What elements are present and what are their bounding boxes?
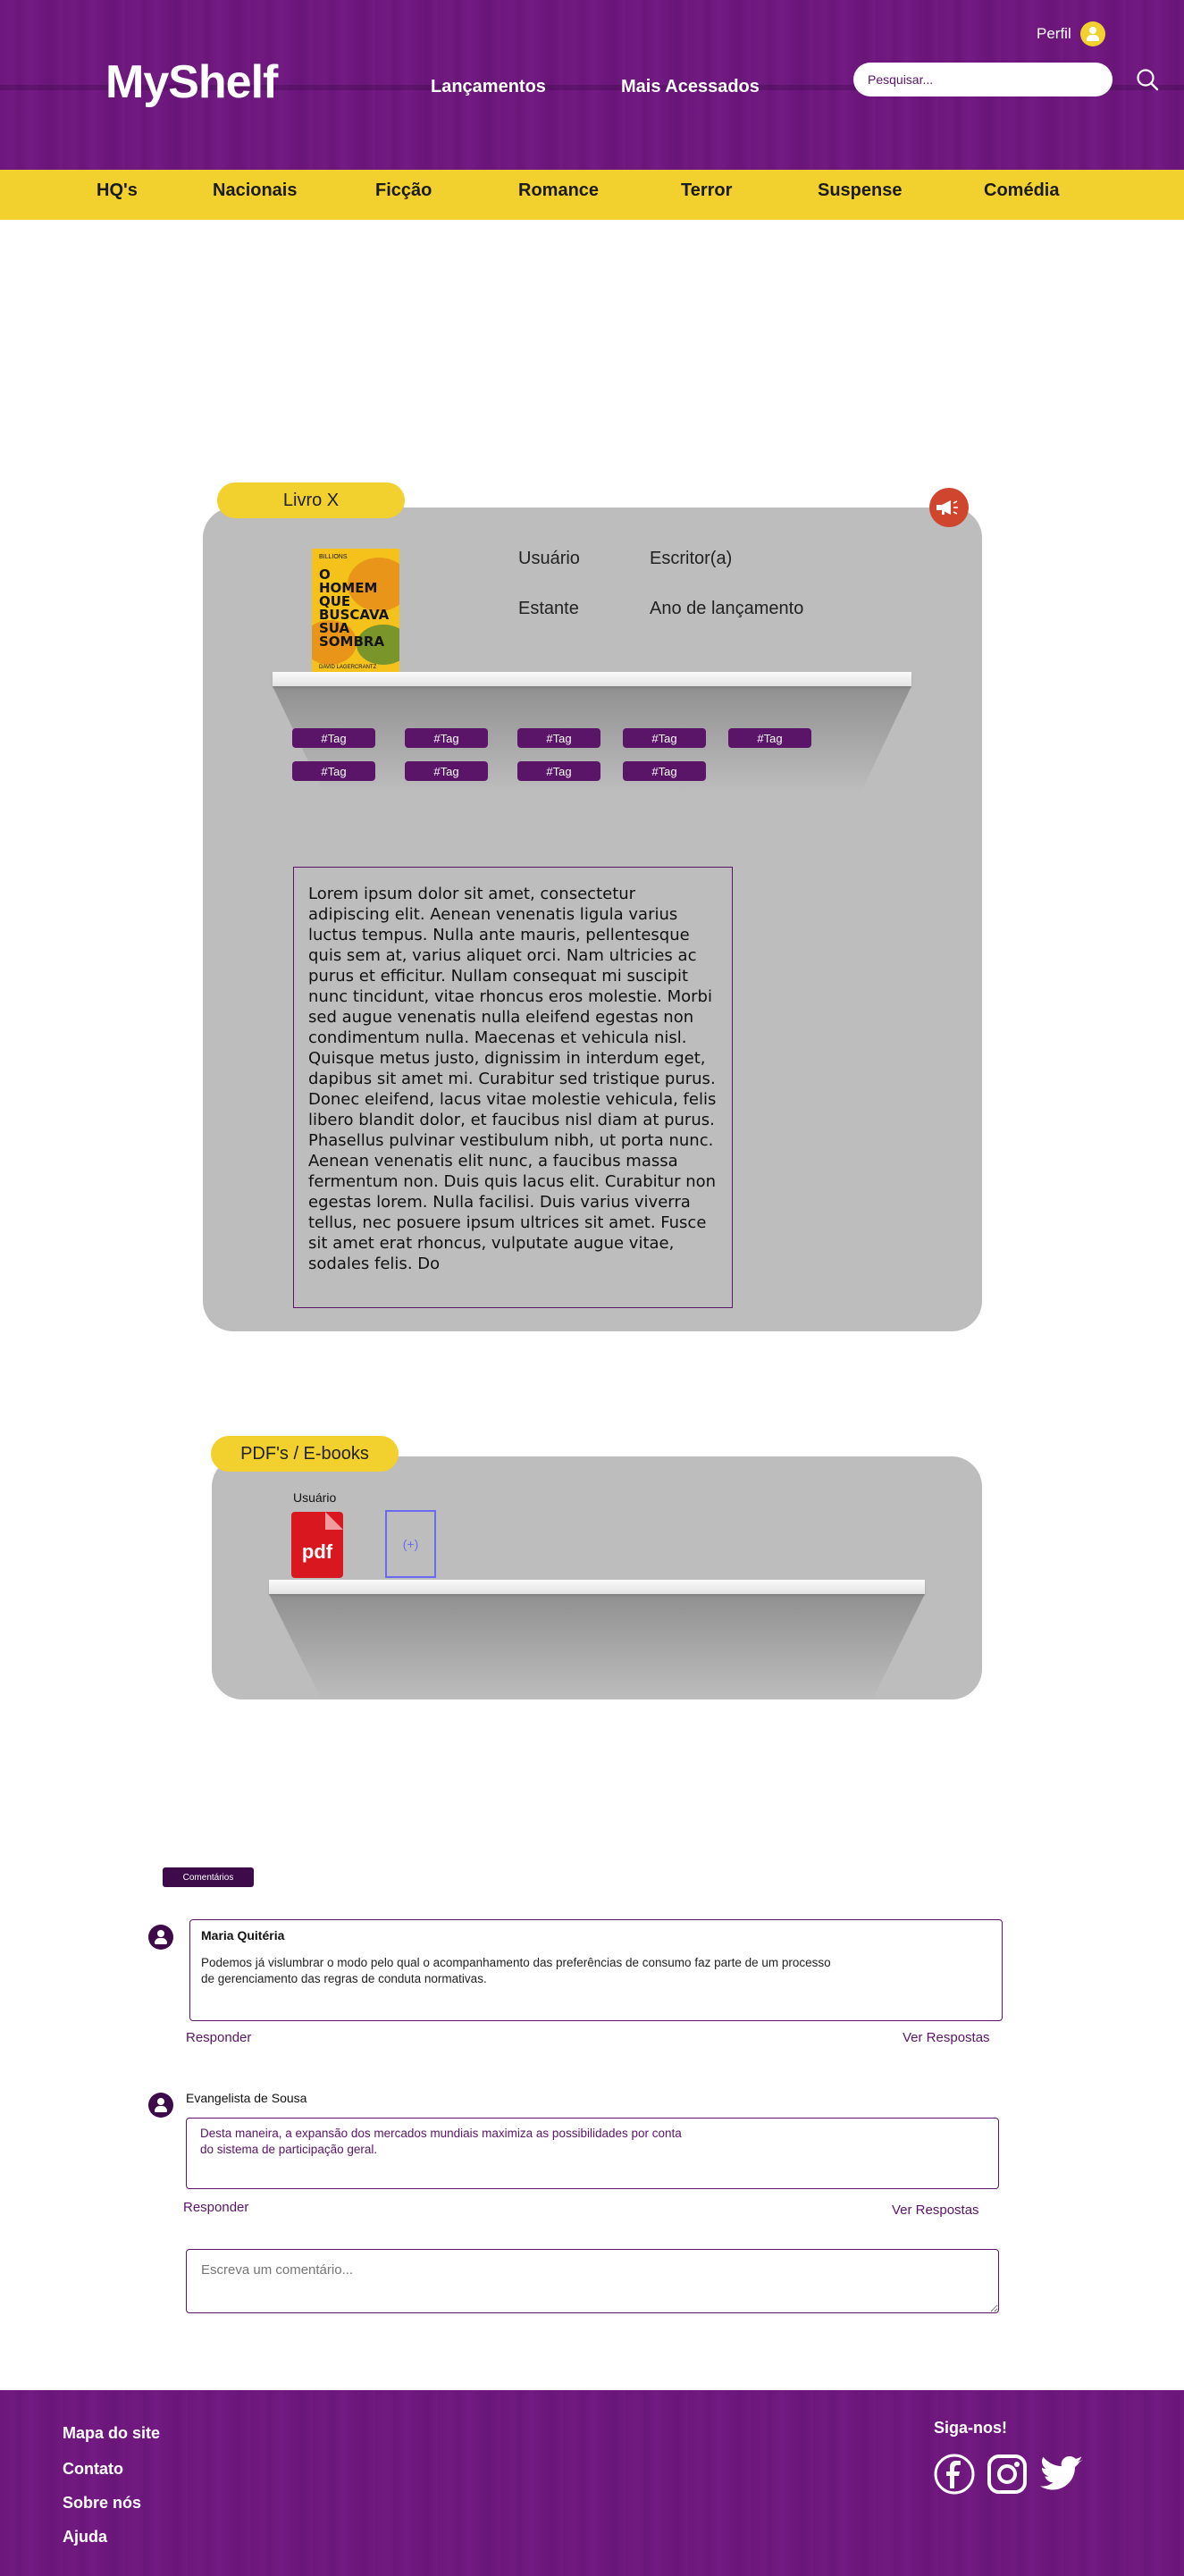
footer-link-help[interactable]: Ajuda <box>63 2528 107 2547</box>
category-terror[interactable]: Terror <box>681 180 732 201</box>
pdf-file-icon[interactable]: pdf <box>291 1512 343 1578</box>
cover-publisher: BILLIONS <box>319 554 348 560</box>
logo[interactable]: MyShelf <box>105 55 278 109</box>
category-bar: HQ's Nacionais Ficção Romance Terror Sus… <box>0 170 1184 220</box>
twitter-icon[interactable] <box>1040 2454 1085 2494</box>
footer-link-about[interactable]: Sobre nós <box>63 2494 141 2513</box>
book-release-year: Ano de lançamento <box>650 599 804 618</box>
book-shelf-board <box>273 672 911 686</box>
new-comment-input[interactable] <box>186 2249 999 2313</box>
category-ficcao[interactable]: Ficção <box>375 180 432 201</box>
view-replies-link[interactable]: Ver Respostas <box>903 2030 990 2045</box>
tag[interactable]: #Tag <box>517 761 600 781</box>
tag[interactable]: #Tag <box>292 728 375 748</box>
follow-us-label: Siga-nos! <box>934 2419 1008 2437</box>
search-icon[interactable] <box>1135 67 1160 92</box>
profile-label: Perfil <box>1037 25 1071 42</box>
book-title-label: Livro X <box>217 482 405 518</box>
comment-author[interactable]: Evangelista de Sousa <box>186 2091 306 2105</box>
category-comedia[interactable]: Comédia <box>984 180 1059 201</box>
instagram-icon[interactable] <box>986 2453 1029 2496</box>
comment-text: Podemos já vislumbrar o modo pelo qual o… <box>201 1956 831 1985</box>
pdf-section-label: PDF's / E-books <box>211 1436 399 1472</box>
cover-title: O HOMEM QUE BUSCAVA SUA SOMBRA <box>319 566 390 650</box>
tag[interactable]: #Tag <box>517 728 600 748</box>
tag[interactable]: #Tag <box>405 728 488 748</box>
pdf-icon-text: pdf <box>301 1540 333 1563</box>
report-button[interactable] <box>929 488 969 527</box>
book-cover[interactable]: BILLIONS O HOMEM QUE BUSCAVA SUA SOMBRA … <box>312 549 399 674</box>
tag[interactable]: #Tag <box>292 761 375 781</box>
category-romance[interactable]: Romance <box>518 180 599 201</box>
reply-link[interactable]: Responder <box>183 2200 248 2215</box>
category-hqs[interactable]: HQ's <box>97 180 138 201</box>
tag[interactable]: #Tag <box>623 728 706 748</box>
tag[interactable]: #Tag <box>623 761 706 781</box>
add-pdf-button[interactable]: (+) <box>385 1510 436 1578</box>
footer-link-contact[interactable]: Contato <box>63 2460 123 2479</box>
avatar <box>148 2093 173 2118</box>
pdf-shelf-shadow <box>269 1594 925 1699</box>
tag[interactable]: #Tag <box>728 728 811 748</box>
comments-badge: Comentários <box>163 1867 254 1887</box>
view-replies-link[interactable]: Ver Respostas <box>892 2203 979 2218</box>
comment-author[interactable]: Maria Quitéria <box>201 1928 284 1942</box>
book-user[interactable]: Usuário <box>518 549 580 569</box>
facebook-icon[interactable] <box>933 2453 976 2496</box>
megaphone-icon <box>936 500 958 515</box>
category-nacionais[interactable]: Nacionais <box>213 180 297 201</box>
book-shelf: Estante <box>518 599 579 618</box>
avatar <box>148 1925 173 1950</box>
tag[interactable]: #Tag <box>405 761 488 781</box>
user-icon <box>1079 21 1105 46</box>
reply-link[interactable]: Responder <box>186 2030 251 2045</box>
book-writer: Escritor(a) <box>650 549 733 568</box>
book-description: Lorem ipsum dolor sit amet, consectetur … <box>293 867 733 1308</box>
site-header: MyShelf Lançamentos Mais Acessados Perfi… <box>0 0 1184 170</box>
pdf-shelf-board <box>269 1580 925 1594</box>
comment-text: Desta maneira, a expansão dos mercados m… <box>200 2127 682 2156</box>
category-suspense[interactable]: Suspense <box>818 180 902 201</box>
pdf-user-label[interactable]: Usuário <box>293 1490 336 1505</box>
footer-link-sitemap[interactable]: Mapa do site <box>63 2424 160 2443</box>
cover-author: DAVID LAGERCRANTZ <box>319 665 377 670</box>
nav-lancamentos[interactable]: Lançamentos <box>431 77 546 97</box>
search-input[interactable] <box>853 63 1113 96</box>
nav-mais-acessados[interactable]: Mais Acessados <box>621 77 760 97</box>
profile-link[interactable]: Perfil <box>1037 21 1105 46</box>
site-footer: Mapa do site Contato Sobre nós Ajuda Sig… <box>0 2390 1184 2576</box>
